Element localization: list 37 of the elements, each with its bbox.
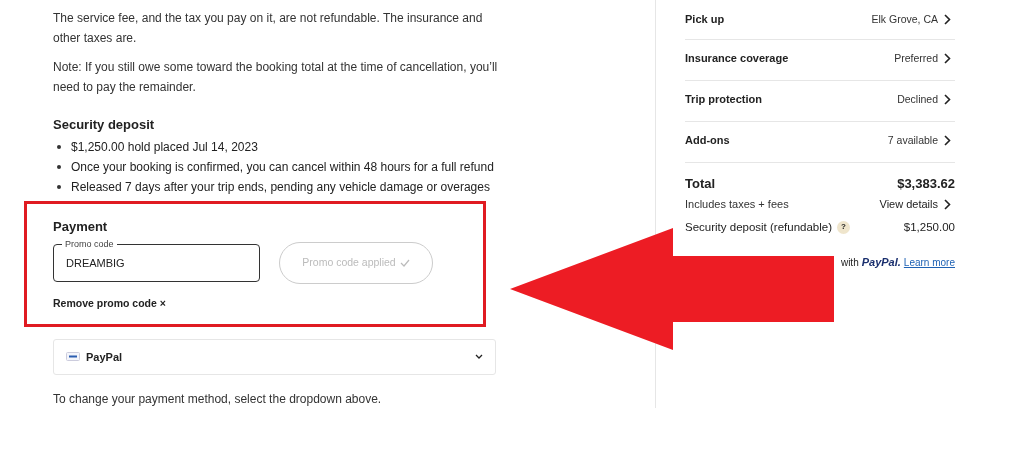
- bullet-text: Released 7 days after your trip ends, pending any vehicle damage or overages: [71, 179, 490, 196]
- paypal-brand: PayPal.: [861, 254, 901, 270]
- deposit-amount: $1,250.00: [903, 219, 955, 235]
- chevron-right-icon: [944, 94, 951, 105]
- chevron-right-icon: [944, 53, 951, 64]
- bullet-text: $1,250.00 hold placed Jul 14, 2023: [71, 139, 258, 156]
- summary-row[interactable]: Pick up Elk Grove, CA: [685, 0, 955, 40]
- total-label: Total: [685, 175, 716, 193]
- taxes-note: Includes taxes + fees: [685, 197, 789, 212]
- section-title: Security deposit: [53, 116, 156, 134]
- remove-promo-link[interactable]: Remove promo code ×: [53, 296, 166, 312]
- bullet-icon: [57, 165, 61, 169]
- total-amount: $3,383.62: [897, 175, 955, 193]
- field-value: DREAMBIG: [66, 255, 125, 271]
- summary-row[interactable]: Insurance coverage Preferred: [685, 37, 955, 81]
- bullet-text: Once your booking is confirmed, you can cancel within 48 hours for a full refund: [71, 159, 494, 176]
- payment-method-dropdown[interactable]: PayPal: [53, 338, 496, 375]
- chevron-right-icon: [944, 14, 951, 25]
- policy-text: Note: If you still owe some toward the booking total at the time of cancellation, you’ll need to pay the remainder.: [53, 59, 499, 96]
- bullet-icon: [57, 185, 61, 189]
- summary-row[interactable]: Trip protection Declined: [685, 78, 955, 122]
- section-title: Payment: [53, 218, 109, 236]
- policy-text: The service fee, and the tax you pay on it, are not refundable. The insurance and other taxes are.: [53, 10, 484, 47]
- chevron-down-icon: [475, 354, 483, 360]
- helper-text: To change your payment method, select the dropdown above.: [53, 390, 383, 408]
- summary-row[interactable]: Add-ons 7 available: [685, 119, 955, 163]
- check-icon: [399, 259, 410, 267]
- paypal-note: with: [840, 255, 859, 270]
- paypal-card-icon: [66, 352, 80, 362]
- bullet-icon: [57, 145, 61, 149]
- chevron-right-icon: [944, 198, 951, 210]
- view-details-link[interactable]: View details: [879, 196, 951, 213]
- learn-more-link[interactable]: Learn more: [903, 254, 955, 270]
- deposit-label: Security deposit (refundable): [685, 219, 833, 235]
- chevron-right-icon: [944, 135, 951, 146]
- field-label: Promo code: [62, 238, 117, 250]
- help-badge[interactable]: ?: [837, 220, 851, 234]
